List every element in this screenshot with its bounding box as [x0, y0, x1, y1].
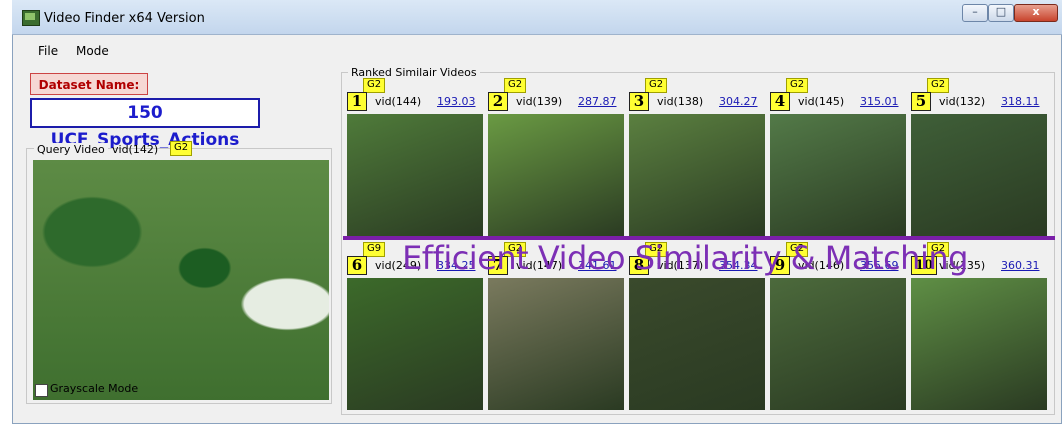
grayscale-checkbox[interactable] [35, 384, 48, 397]
query-group-badge: G2 [170, 141, 193, 156]
result-score-link[interactable]: 193.03 [437, 95, 476, 108]
result-rank: 3 [629, 92, 649, 111]
query-video-frame[interactable] [33, 160, 329, 400]
query-vid-label: vid(142) [112, 143, 159, 156]
query-video-label: Query Video [34, 143, 108, 156]
result-thumbnail[interactable] [488, 114, 624, 238]
window-title: Video Finder x64 Version [44, 11, 205, 26]
result-thumbnail[interactable] [488, 278, 624, 410]
menu-file[interactable]: File [38, 44, 58, 58]
result-vid: vid(144) [375, 95, 422, 108]
grayscale-label: Grayscale Mode [50, 382, 139, 395]
result-group-badge: G2 [363, 78, 386, 93]
result-score-link[interactable]: 315.01 [860, 95, 899, 108]
result-vid: vid(145) [798, 95, 845, 108]
minimize-button[interactable]: – [962, 4, 988, 22]
result-thumbnail[interactable] [347, 114, 483, 238]
result-rank: 4 [770, 92, 790, 111]
close-button[interactable]: x [1014, 4, 1058, 22]
app-icon [22, 10, 40, 26]
result-score-link[interactable]: 318.11 [1001, 95, 1040, 108]
result-thumbnail[interactable] [770, 278, 906, 410]
menu-mode[interactable]: Mode [76, 44, 109, 58]
dataset-label: Dataset Name: [30, 73, 148, 95]
result-rank: 1 [347, 92, 367, 111]
result-group-badge: G2 [645, 78, 668, 93]
overlay-caption: Efficient Video Similarity & Matching [402, 239, 968, 277]
result-thumbnail[interactable] [347, 278, 483, 410]
menu-bar [13, 35, 1061, 63]
result-group-badge: G2 [927, 78, 950, 93]
result-thumbnail[interactable] [629, 114, 765, 238]
result-score-link[interactable]: 287.87 [578, 95, 617, 108]
result-group-badge: G2 [504, 78, 527, 93]
result-score-link[interactable]: 304.27 [719, 95, 758, 108]
result-thumbnail[interactable] [629, 278, 765, 410]
result-thumbnail[interactable] [770, 114, 906, 238]
result-vid: vid(139) [516, 95, 563, 108]
result-thumbnail[interactable] [911, 278, 1047, 410]
result-rank: 2 [488, 92, 508, 111]
maximize-button[interactable]: □ [988, 4, 1014, 22]
result-vid: vid(132) [939, 95, 986, 108]
result-rank: 5 [911, 92, 931, 111]
result-thumbnail[interactable] [911, 114, 1047, 238]
result-vid: vid(138) [657, 95, 704, 108]
dataset-name: 150 UCF_Sports_Actions [30, 98, 260, 150]
result-group-badge: G2 [786, 78, 809, 93]
